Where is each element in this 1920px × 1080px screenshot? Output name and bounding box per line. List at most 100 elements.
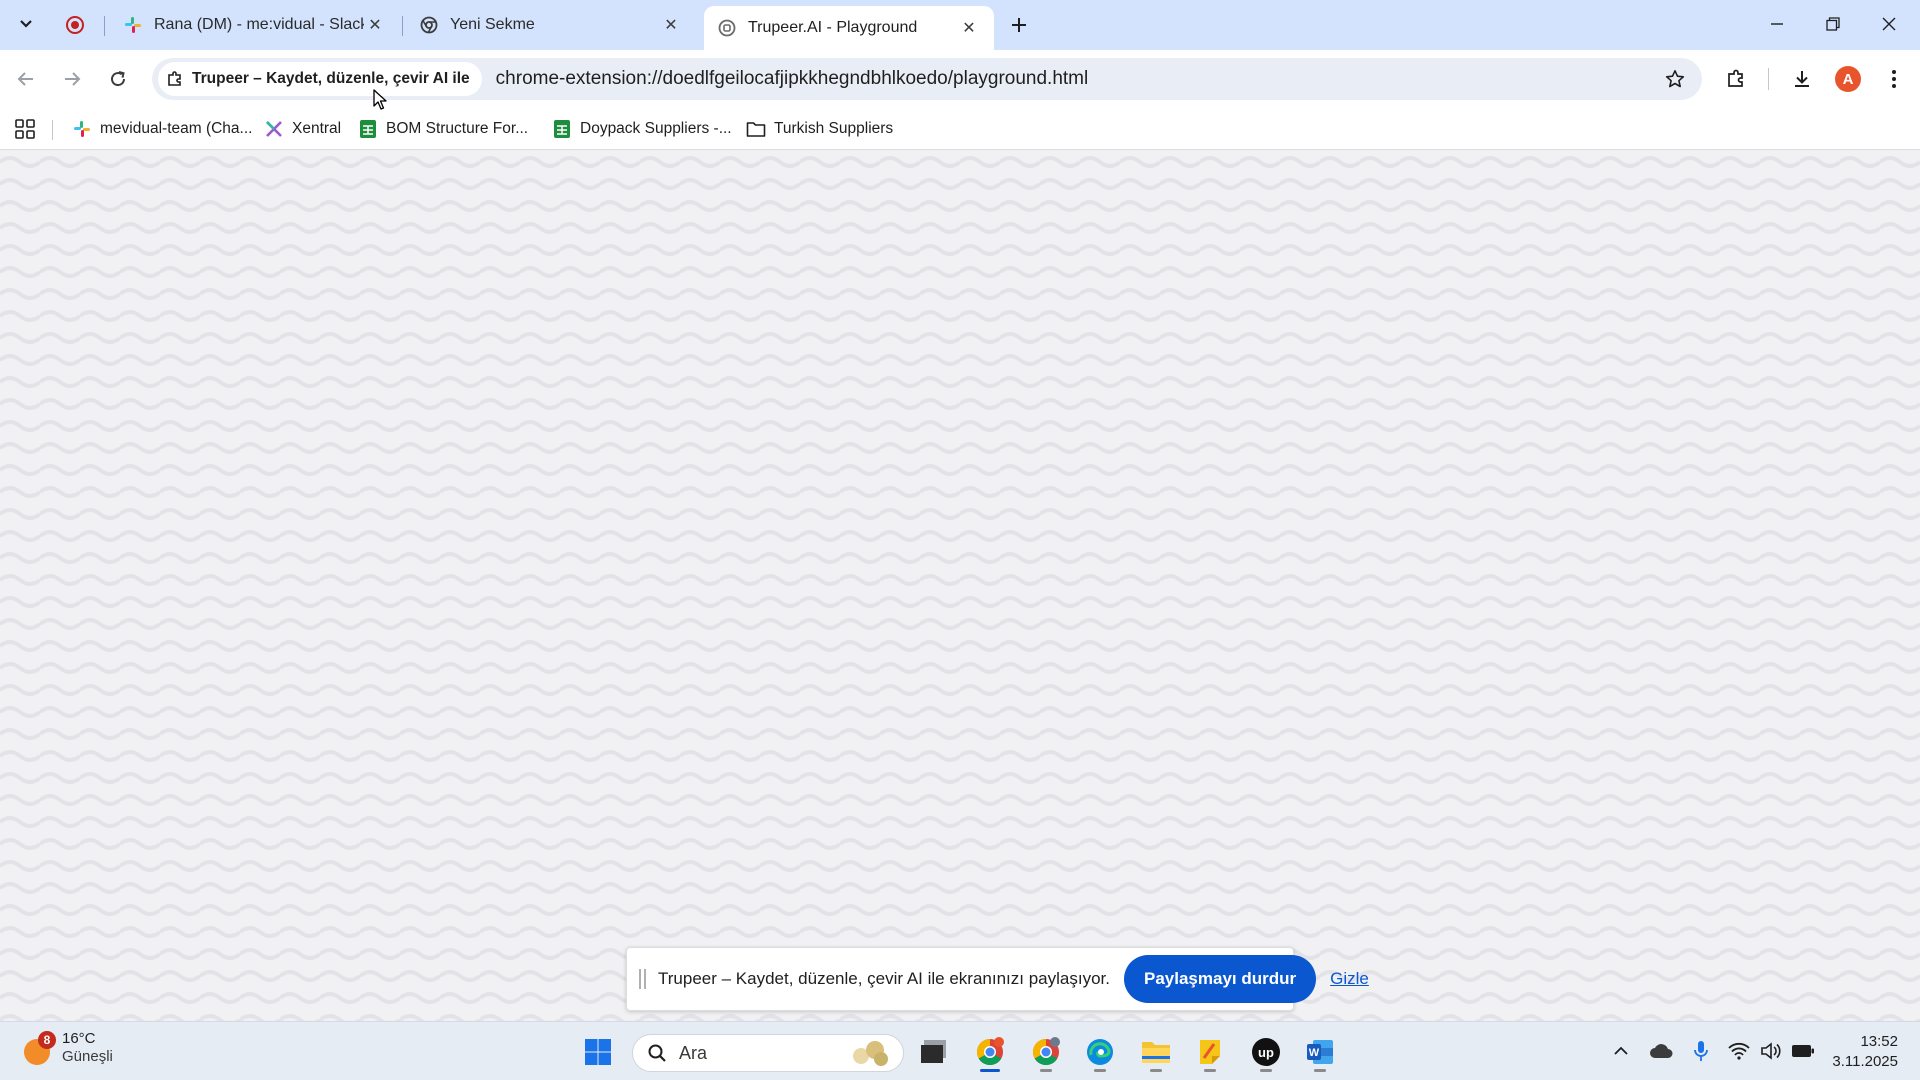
browser-toolbar: Trupeer – Kaydet, düzenle, çevir AI ile … bbox=[0, 50, 1920, 108]
tab-separator bbox=[104, 16, 105, 36]
notification-badge: 8 bbox=[38, 1031, 56, 1049]
cloud-icon bbox=[1650, 1044, 1673, 1058]
download-icon bbox=[1795, 71, 1809, 87]
clock-time: 13:52 bbox=[1860, 1033, 1898, 1050]
page-content bbox=[0, 151, 1920, 1021]
back-button[interactable] bbox=[8, 61, 44, 97]
hide-link[interactable]: Gizle bbox=[1330, 969, 1369, 989]
close-icon[interactable]: ✕ bbox=[660, 14, 682, 36]
clock-date: 3.11.2025 bbox=[1832, 1053, 1898, 1070]
taskbar-chrome-profile-2[interactable] bbox=[1024, 1031, 1068, 1073]
arrow-left-icon bbox=[17, 72, 33, 86]
minimize-button[interactable] bbox=[1752, 4, 1802, 44]
stop-sharing-button[interactable]: Paylaşmayı durdur bbox=[1124, 955, 1317, 1003]
search-highlight-icon bbox=[853, 1041, 888, 1066]
upwork-icon: up bbox=[1252, 1038, 1280, 1066]
wave-pattern-background bbox=[0, 151, 1920, 1021]
bookmark-folder-turkish-suppliers[interactable]: Turkish Suppliers bbox=[746, 114, 893, 144]
avatar: A bbox=[1835, 66, 1861, 92]
taskbar-sticky-notes[interactable] bbox=[1188, 1031, 1232, 1073]
start-button[interactable] bbox=[576, 1031, 620, 1073]
bookmark-bom-structure[interactable]: BOM Structure For... bbox=[358, 114, 528, 144]
close-window-button[interactable] bbox=[1864, 4, 1914, 44]
onedrive-tray-button[interactable] bbox=[1646, 1036, 1676, 1066]
mouse-cursor-icon bbox=[373, 89, 387, 110]
minimize-icon bbox=[1771, 23, 1783, 25]
extensions-button[interactable] bbox=[1718, 61, 1754, 97]
folder-icon bbox=[746, 119, 766, 139]
xentral-icon bbox=[264, 119, 284, 139]
tab-search-button[interactable] bbox=[10, 8, 42, 40]
tab-title: Trupeer.AI - Playground bbox=[748, 19, 918, 36]
weather-temperature: 16°C bbox=[62, 1030, 96, 1047]
search-placeholder: Ara bbox=[679, 1042, 708, 1063]
bookmark-mevidual-team[interactable]: mevidual-team (Cha... bbox=[72, 114, 252, 144]
new-tab-button[interactable] bbox=[1004, 10, 1034, 40]
reload-button[interactable] bbox=[100, 61, 136, 97]
bookmark-doypack-suppliers[interactable]: Doypack Suppliers -... bbox=[552, 114, 732, 144]
bookmark-label: Doypack Suppliers -... bbox=[580, 120, 732, 137]
show-hidden-icons-button[interactable] bbox=[1606, 1036, 1636, 1066]
wifi-tray-button[interactable] bbox=[1724, 1036, 1754, 1066]
tab-separator bbox=[402, 16, 403, 36]
bookmarks-bar: mevidual-team (Cha... Xentral BOM Struct… bbox=[0, 108, 1920, 150]
bookmarks-divider bbox=[52, 120, 53, 140]
tab-title: Rana (DM) - me:vidual - Slack bbox=[154, 16, 364, 33]
volume-tray-button[interactable] bbox=[1756, 1036, 1786, 1066]
microphone-tray-button[interactable] bbox=[1686, 1036, 1716, 1066]
bookmark-star-button[interactable] bbox=[1660, 64, 1690, 94]
weather-description: Güneşli bbox=[62, 1048, 113, 1065]
drag-handle[interactable] bbox=[639, 969, 646, 989]
forward-button[interactable] bbox=[54, 61, 90, 97]
site-chip-label: Trupeer – Kaydet, düzenle, çevir AI ile bbox=[192, 70, 470, 87]
toolbar-divider bbox=[1768, 68, 1769, 90]
battery-icon bbox=[1792, 1045, 1814, 1057]
svg-text:W: W bbox=[1309, 1047, 1320, 1059]
windows-taskbar: 8 16°C Güneşli Ara up W 13:52 3.11.2025 bbox=[0, 1021, 1920, 1080]
downloads-button[interactable] bbox=[1784, 61, 1820, 97]
task-view-icon bbox=[921, 1040, 946, 1063]
pinned-tab-recording[interactable] bbox=[58, 8, 92, 42]
taskbar-upwork[interactable]: up bbox=[1244, 1031, 1288, 1073]
taskbar-search[interactable]: Ara bbox=[632, 1034, 904, 1072]
tab-strip: Rana (DM) - me:vidual - Slack ✕ Yeni Sek… bbox=[0, 0, 1920, 50]
word-icon: W bbox=[1307, 1040, 1333, 1064]
restore-button[interactable] bbox=[1808, 4, 1858, 44]
battery-tray-button[interactable] bbox=[1788, 1036, 1818, 1066]
sun-icon: 8 bbox=[22, 1031, 56, 1065]
site-info-chip[interactable]: Trupeer – Kaydet, düzenle, çevir AI ile bbox=[158, 62, 482, 96]
microphone-icon bbox=[1694, 1041, 1708, 1061]
speaker-icon bbox=[1761, 1042, 1781, 1060]
tab-new-tab[interactable]: Yeni Sekme ✕ bbox=[406, 6, 696, 44]
screen-sharing-bar: Trupeer – Kaydet, düzenle, çevir AI ile … bbox=[626, 947, 1369, 1011]
close-icon[interactable]: ✕ bbox=[958, 17, 980, 39]
taskbar-word[interactable]: W bbox=[1298, 1031, 1342, 1073]
windows-logo-icon bbox=[585, 1039, 611, 1065]
more-vert-icon bbox=[1892, 70, 1896, 88]
puzzle-icon bbox=[1728, 69, 1743, 87]
close-icon[interactable]: ✕ bbox=[364, 14, 386, 36]
taskbar-task-view[interactable] bbox=[912, 1031, 956, 1073]
search-icon bbox=[648, 1044, 666, 1062]
extension-icon bbox=[166, 70, 184, 88]
restore-icon bbox=[1826, 17, 1840, 31]
bookmark-label: BOM Structure For... bbox=[386, 120, 529, 137]
profile-button[interactable]: A bbox=[1830, 61, 1866, 97]
system-clock[interactable]: 13:52 3.11.2025 bbox=[1832, 1032, 1898, 1072]
taskbar-edge[interactable] bbox=[1078, 1031, 1122, 1073]
menu-button[interactable] bbox=[1876, 61, 1912, 97]
weather-widget[interactable]: 8 16°C Güneşli bbox=[22, 1030, 113, 1066]
svg-text:up: up bbox=[1258, 1045, 1274, 1060]
sticky-notes-icon bbox=[1200, 1040, 1220, 1064]
bookmark-xentral[interactable]: Xentral bbox=[264, 114, 341, 144]
apps-grid-icon bbox=[15, 119, 35, 139]
tab-trupeer-playground[interactable]: Trupeer.AI - Playground ✕ bbox=[704, 6, 994, 50]
chevron-down-icon bbox=[20, 20, 32, 28]
taskbar-file-explorer[interactable] bbox=[1134, 1031, 1178, 1073]
slack-icon bbox=[124, 16, 142, 34]
reload-icon bbox=[111, 71, 126, 87]
apps-button[interactable] bbox=[12, 116, 38, 142]
trupeer-icon bbox=[718, 19, 736, 37]
taskbar-chrome[interactable] bbox=[968, 1031, 1012, 1073]
tab-slack[interactable]: Rana (DM) - me:vidual - Slack ✕ bbox=[110, 6, 400, 44]
